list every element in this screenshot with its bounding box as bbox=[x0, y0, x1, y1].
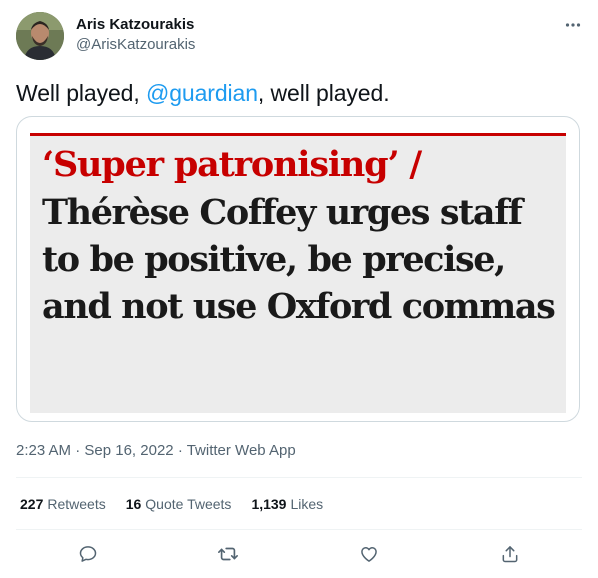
share-icon bbox=[502, 546, 518, 563]
media-image[interactable]: ‘Super patronising’ / Thérèse Coffey urg… bbox=[16, 116, 580, 422]
author-handle[interactable]: @ArisKatzourakis bbox=[76, 36, 195, 54]
reply-icon bbox=[79, 546, 97, 562]
reply-button[interactable] bbox=[72, 538, 104, 570]
retweets-label: Retweets bbox=[47, 496, 106, 512]
clipping-headline: Thérèse Coffey urges staff to be positiv… bbox=[42, 192, 556, 327]
meta-separator: · bbox=[177, 442, 183, 459]
heart-icon bbox=[361, 547, 377, 562]
tweet-client[interactable]: Twitter Web App bbox=[187, 442, 296, 459]
divider bbox=[16, 529, 582, 530]
share-button[interactable] bbox=[494, 538, 526, 570]
mention-link[interactable]: @guardian bbox=[146, 80, 258, 106]
tweet-text: Well played, @guardian, well played. bbox=[16, 78, 390, 108]
retweet-button[interactable] bbox=[212, 538, 244, 570]
tweet-text-before: Well played, bbox=[16, 80, 146, 106]
tweet-date[interactable]: Sep 16, 2022 bbox=[84, 442, 173, 459]
like-button[interactable] bbox=[353, 538, 385, 570]
meta-separator: · bbox=[75, 442, 81, 459]
clipping-kicker: ‘Super patronising’ / bbox=[42, 144, 422, 185]
tweet: Aris Katzourakis @ArisKatzourakis Well p… bbox=[0, 0, 598, 578]
avatar-photo bbox=[16, 12, 64, 60]
quote-tweets-label: Quote Tweets bbox=[145, 496, 232, 512]
more-options-button[interactable] bbox=[562, 14, 584, 36]
retweets-stat[interactable]: 227 Retweets bbox=[20, 494, 106, 514]
engagement-stats: 227 Retweets 16 Quote Tweets 1,139 Likes bbox=[20, 494, 343, 514]
divider bbox=[16, 477, 582, 478]
author-name[interactable]: Aris Katzourakis bbox=[76, 16, 194, 34]
action-bar bbox=[0, 538, 598, 570]
quote-tweets-stat[interactable]: 16 Quote Tweets bbox=[126, 494, 232, 514]
retweets-count: 227 bbox=[20, 496, 44, 512]
tweet-time[interactable]: 2:23 AM bbox=[16, 442, 71, 459]
quote-tweets-count: 16 bbox=[125, 496, 142, 512]
tweet-metadata: 2:23 AM · Sep 16, 2022 · Twitter Web App bbox=[16, 441, 296, 461]
likes-label: Likes bbox=[290, 496, 324, 512]
retweet-icon bbox=[218, 547, 238, 561]
headline-rule bbox=[30, 133, 566, 136]
likes-stat[interactable]: 1,139 Likes bbox=[251, 494, 323, 514]
avatar[interactable] bbox=[16, 12, 64, 60]
more-horizontal-icon bbox=[565, 23, 581, 27]
likes-count: 1,139 bbox=[251, 496, 287, 512]
tweet-text-after: , well played. bbox=[257, 80, 390, 106]
newspaper-clipping: ‘Super patronising’ / Thérèse Coffey urg… bbox=[30, 133, 566, 413]
